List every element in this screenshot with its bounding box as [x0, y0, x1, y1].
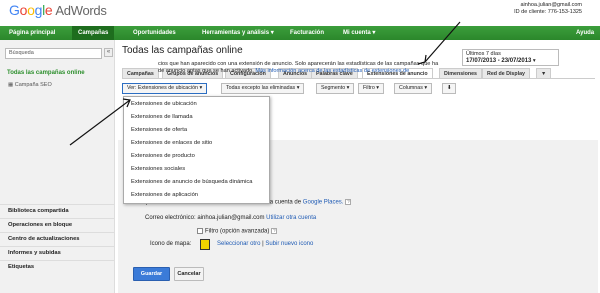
- menu-item-product-extensions[interactable]: Extensiones de producto: [131, 153, 195, 159]
- save-button[interactable]: Guardar: [133, 267, 170, 281]
- sidebar-item-update-center[interactable]: Centro de actualizaciones: [0, 232, 115, 245]
- sidebar-all-campaigns[interactable]: Todas las campañas online: [7, 70, 85, 76]
- advanced-filter-row: Filtro (opción avanzada)?: [197, 228, 278, 235]
- menu-item-sitelink-extensions[interactable]: Extensiones de enlaces de sitio: [131, 140, 212, 146]
- nav-my-account[interactable]: Mi cuenta ▾: [343, 26, 375, 40]
- extensions-description: cios que han aparecido con una extensión…: [158, 61, 439, 74]
- google-places-link[interactable]: Google Places.: [303, 200, 344, 206]
- filter-dropdown[interactable]: Filtro ▾: [358, 83, 384, 94]
- menu-item-social-extensions[interactable]: Extensiones sociales: [131, 166, 185, 172]
- adwords-logo[interactable]: Google AdWords: [9, 2, 107, 18]
- select-other-icon-link[interactable]: Seleccionar otro: [217, 241, 260, 247]
- segment-dropdown[interactable]: Segmento ▾: [316, 83, 355, 94]
- columns-dropdown[interactable]: Columnas ▾: [394, 83, 433, 94]
- download-icon[interactable]: ⬇: [442, 83, 457, 94]
- sidebar-search-input[interactable]: Búsqueda: [5, 48, 102, 59]
- menu-item-call-extensions[interactable]: Extensiones de llamada: [131, 114, 193, 120]
- chevron-down-icon: ▾: [424, 85, 428, 91]
- sidebar-item-labels[interactable]: Etiquetas: [0, 260, 115, 273]
- nav-billing[interactable]: Facturación: [290, 26, 324, 40]
- chevron-down-icon: ▾: [199, 85, 203, 91]
- cancel-button[interactable]: Cancelar: [174, 267, 204, 281]
- top-bar: Google AdWords ainhoa.julian@gmail.com ID…: [0, 0, 600, 26]
- chevron-down-icon: ▾: [376, 85, 379, 91]
- chevron-down-icon: ▾: [372, 30, 376, 36]
- advanced-filter-checkbox[interactable]: [197, 228, 203, 234]
- menu-item-dsa-extensions[interactable]: Extensiones de anuncio de búsqueda dinám…: [131, 179, 253, 185]
- email-value: ainhoa.julian@gmail.com: [197, 215, 265, 221]
- sidebar-item-reports[interactable]: Informes y subidas: [0, 246, 115, 259]
- upload-new-icon-link[interactable]: Subir nuevo icono: [265, 241, 313, 247]
- nav-tools[interactable]: Herramientas y análisis ▾: [202, 26, 274, 40]
- extensions-stats-link[interactable]: Más información acerca de las estadístic…: [255, 68, 409, 74]
- main-nav: Página principal Campañas Oportunidades …: [0, 26, 600, 40]
- menu-item-location-extensions[interactable]: Extensiones de ubicación: [131, 101, 197, 107]
- menu-item-app-extensions[interactable]: Extensiones de aplicación: [131, 192, 198, 198]
- email-row: Correo electrónico: ainhoa.julian@gmail.…: [145, 215, 317, 221]
- view-dropdown[interactable]: Ver: Extensiones de ubicación ▾: [122, 83, 208, 94]
- tab-divider: [122, 78, 595, 79]
- account-email[interactable]: ainhoa.julian@gmail.com: [514, 2, 582, 9]
- help-icon[interactable]: ?: [345, 199, 352, 205]
- folder-icon: ▦: [8, 82, 14, 88]
- page-title: Todas las campañas online: [122, 45, 243, 56]
- sidebar-campaign-seo[interactable]: ▦ Campaña SEO: [8, 82, 52, 88]
- menu-item-offer-extensions[interactable]: Extensiones de oferta: [131, 127, 187, 133]
- nav-home[interactable]: Página principal: [9, 26, 55, 40]
- chevron-down-icon: ▾: [532, 58, 536, 64]
- collapse-sidebar-button[interactable]: «: [104, 48, 113, 57]
- nav-opportunities[interactable]: Oportunidades: [133, 26, 176, 40]
- view-dropdown-menu: Extensiones de ubicación Extensiones de …: [123, 96, 270, 204]
- nav-campaigns[interactable]: Campañas: [72, 26, 115, 40]
- chevron-down-icon: ▾: [270, 30, 274, 36]
- map-icon-row: Icono de mapa: Seleccionar otro | Subir …: [150, 241, 314, 247]
- chevron-down-icon: ▾: [346, 85, 350, 91]
- status-dropdown[interactable]: Todas excepto las eliminadas ▾: [221, 83, 305, 94]
- account-info[interactable]: ainhoa.julian@gmail.com ID de cliente: 7…: [514, 2, 582, 16]
- nav-help[interactable]: Ayuda: [576, 26, 594, 40]
- help-icon[interactable]: ?: [271, 228, 278, 234]
- map-pin-icon: [200, 239, 210, 250]
- sidebar: Búsqueda « Todas las campañas online ▦ C…: [0, 40, 115, 293]
- sidebar-item-bulk-operations[interactable]: Operaciones en bloque: [0, 218, 115, 231]
- client-id: ID de cliente: 776-153-1325: [514, 9, 582, 15]
- chevron-down-icon: ▾: [296, 85, 300, 91]
- sidebar-item-shared-library[interactable]: Biblioteca compartida: [0, 204, 115, 217]
- use-other-account-link[interactable]: Utilizar otra cuenta: [266, 215, 316, 221]
